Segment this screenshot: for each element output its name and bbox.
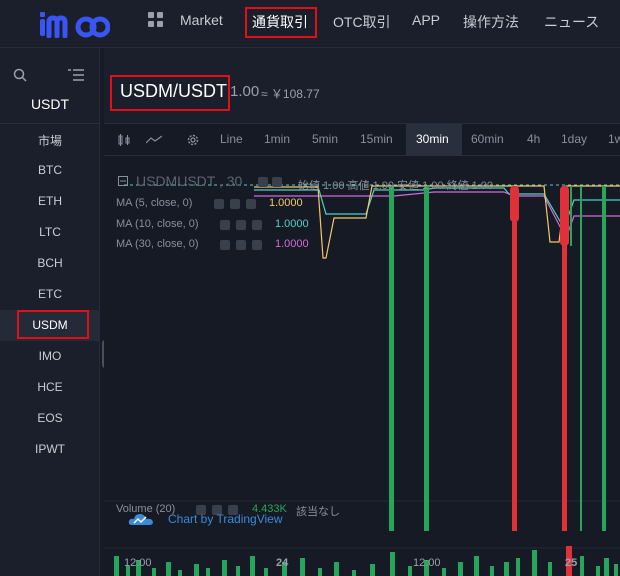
nav-how-to[interactable]: 操作方法 [463,12,519,32]
sidebar-header: USDT [0,48,100,124]
close-icon[interactable] [252,240,262,250]
apps-grid-icon[interactable] [148,12,164,28]
ma10-label: MA (10, close, 0) [116,218,199,230]
candle-down-wick [510,186,519,222]
sidebar-item-etc[interactable]: ETC [0,279,100,310]
ma10-value: 1.0000 [275,218,309,230]
x-axis-label: 12:00 [413,557,441,569]
sidebar-item-ipwt[interactable]: IPWT [0,434,100,465]
sidebar-item-imo[interactable]: IMO [0,341,100,372]
settings-gear-icon[interactable] [186,133,200,147]
sidebar-item-hce[interactable]: HCE [0,372,100,403]
ma30-value: 1.0000 [275,238,309,250]
tradingview-watermark: Chart by TradingView [168,512,283,526]
volume-bars [114,546,618,576]
close-icon[interactable] [246,199,256,209]
candle-up [389,186,394,531]
candle-up [602,186,606,531]
ohlc-readout: 始値 1.00 高値 1.00 安値 1.00 終値 1.00 [298,180,494,192]
eye-icon[interactable] [220,240,230,250]
ma30-label: MA (30, close, 0) [116,238,199,250]
gear-icon[interactable] [272,177,282,187]
list-menu-icon[interactable] [68,69,84,81]
highlight-box-sidebar [17,310,89,339]
candle-up [580,186,582,531]
candles [389,186,606,531]
ma5-value: 1.0000 [269,197,303,209]
imo-logo[interactable] [38,8,110,38]
search-icon[interactable] [13,68,27,82]
interval-60min[interactable]: 60min [471,132,504,146]
nav-otc-trading[interactable]: OTC取引 [333,12,391,32]
sidebar-item-eos[interactable]: EOS [0,403,100,434]
pair-price: 1.00 [230,83,260,100]
interval-4h[interactable]: 4h [527,132,540,146]
trading-main: USDM/USDT 1.00 ≈ ￥108.77 Line 1min 5min … [104,48,620,576]
interval-15min[interactable]: 15min [360,132,393,146]
interval-1min[interactable]: 1min [264,132,290,146]
interval-1w[interactable]: 1w [608,132,620,146]
sidebar-item-btc[interactable]: BTC [0,155,100,186]
sidebar-item-ltc[interactable]: LTC [0,217,100,248]
volume-note: 該当なし [296,506,340,518]
close-icon[interactable] [252,220,262,230]
candle-up [424,186,429,531]
ma5-label: MA (5, close, 0) [116,197,193,209]
interval-1day[interactable]: 1day [561,132,587,146]
gear-icon[interactable] [230,199,240,209]
x-axis-label: 24 [276,557,289,569]
nav-news[interactable]: ニュース [544,12,599,32]
interval-30min[interactable]: 30min [416,132,449,146]
nav-app[interactable]: APP [412,12,440,28]
candle-down-wick [560,186,569,246]
x-axis-label: 12:00 [124,557,152,569]
highlight-box-nav [245,7,317,38]
quote-currency-tab[interactable]: USDT [0,96,100,112]
eye-icon[interactable] [258,177,268,187]
collapse-legend-icon[interactable] [118,176,128,186]
gear-icon[interactable] [236,220,246,230]
pair-fiat-approx: ≈ ￥108.77 [261,87,320,101]
nav-market[interactable]: Market [180,12,223,28]
eye-icon[interactable] [220,220,230,230]
interval-5min[interactable]: 5min [312,132,338,146]
indicator-icon[interactable] [146,135,162,145]
candlestick-icon[interactable] [118,134,132,146]
x-axis-label: 25 [565,557,578,569]
eye-icon[interactable] [214,199,224,209]
highlight-box-pair [110,75,230,111]
tradingview-cloud-icon [128,514,153,525]
interval-line[interactable]: Line [220,132,243,146]
market-label: 市場 [37,134,62,148]
sidebar-item-eth[interactable]: ETH [0,186,100,217]
chart-symbol: USDMUSDT , 30 [136,173,243,189]
gear-icon[interactable] [236,240,246,250]
candle-up [570,186,572,246]
sidebar-item-bch[interactable]: BCH [0,248,100,279]
chart-toolbar: Line 1min 5min 15min 30min 60min 4h 1day… [104,124,620,156]
candle-down [512,186,517,531]
